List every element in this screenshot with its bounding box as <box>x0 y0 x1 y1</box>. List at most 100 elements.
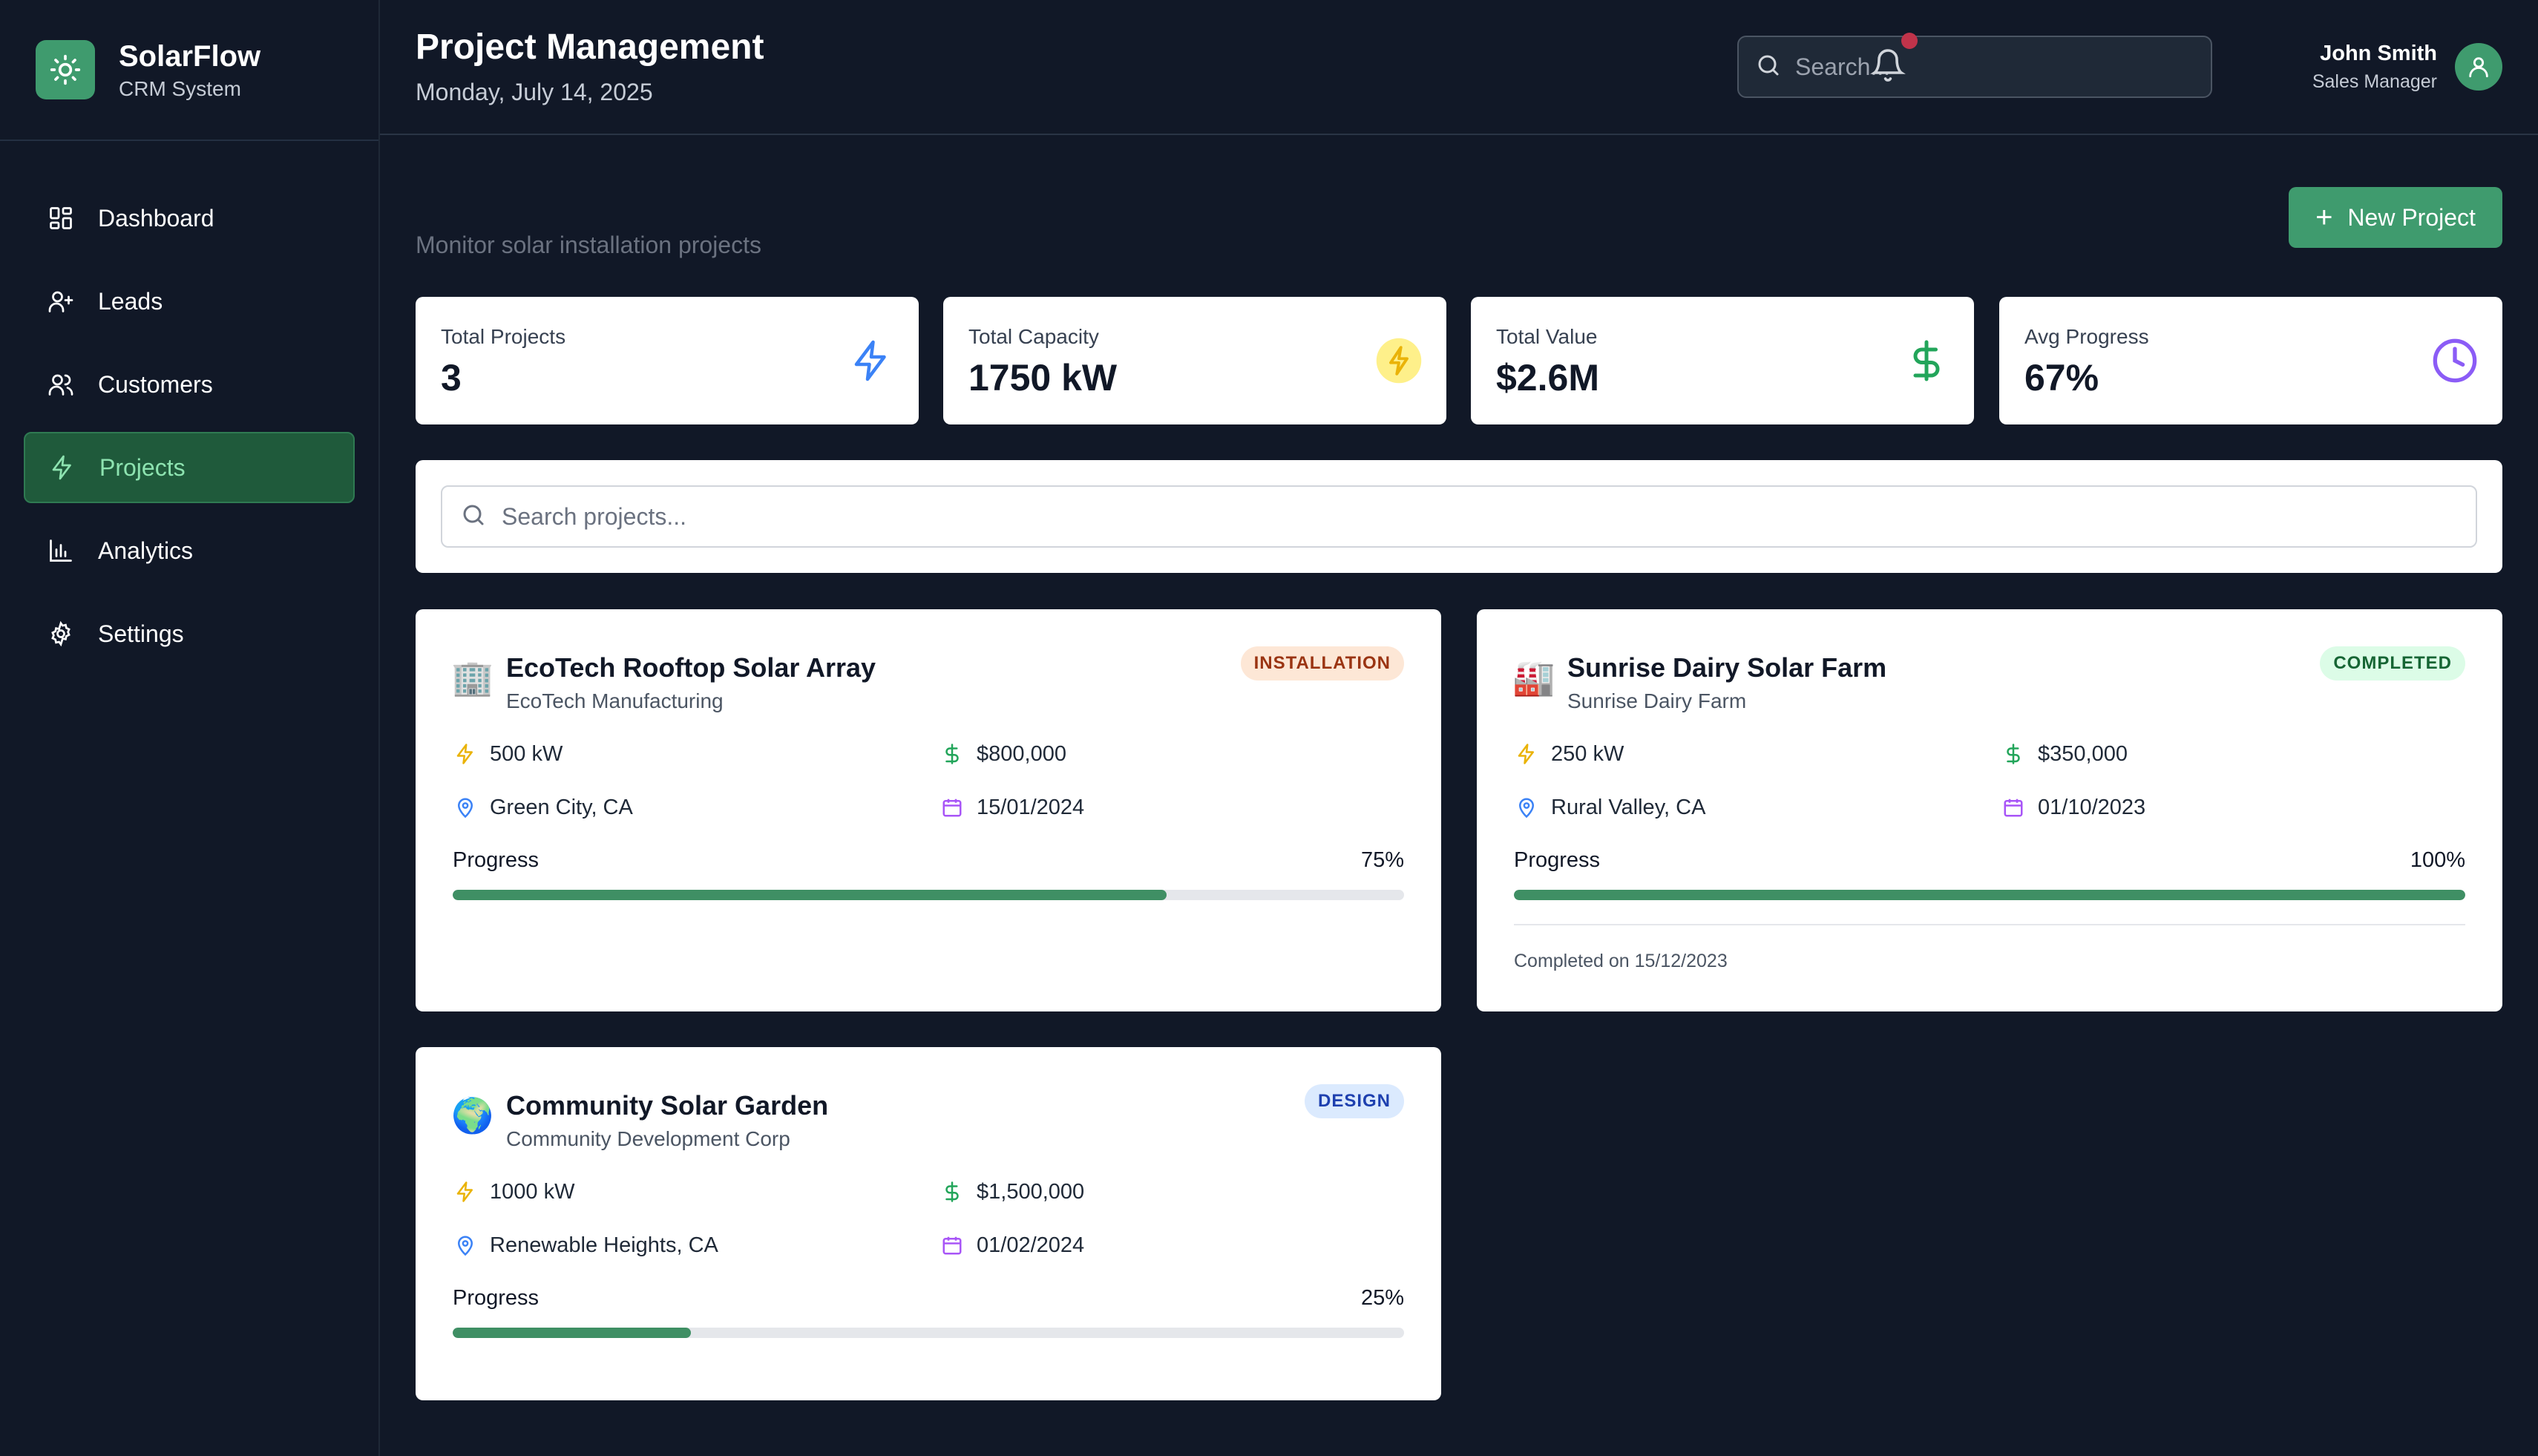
date-text: 15/01/2024 <box>977 795 1085 819</box>
user-plus-icon <box>46 286 76 316</box>
sidebar-item-analytics[interactable]: Analytics <box>24 515 355 586</box>
sidebar-item-customers[interactable]: Customers <box>24 349 355 420</box>
capacity-value: 1000 kW <box>490 1179 575 1204</box>
project-client: EcoTech Manufacturing <box>506 689 724 712</box>
progress-label: Progress <box>453 848 540 872</box>
project-client: Sunrise Dairy Farm <box>1567 689 1747 712</box>
value-amount: $1,500,000 <box>977 1179 1085 1204</box>
status-badge: DESIGN <box>1304 1084 1404 1118</box>
dollar-icon <box>2001 741 2026 767</box>
divider <box>1514 924 2465 925</box>
page-subtitle: Monitor solar installation projects <box>416 232 761 258</box>
project-title: Community Solar Garden <box>506 1090 829 1121</box>
project-card[interactable]: 🏭 Sunrise Dairy Solar Farm Sunrise Dairy… <box>1477 609 2502 1011</box>
brand-subtitle: CRM System <box>119 77 241 100</box>
progress-bar <box>1514 890 2465 900</box>
sun-icon <box>36 40 95 99</box>
project-card[interactable]: 🌍 Community Solar Garden Community Devel… <box>416 1047 1441 1400</box>
bell-icon[interactable] <box>1870 47 1912 89</box>
capacity-value: 250 kW <box>1551 741 1624 766</box>
sidebar-item-dashboard[interactable]: Dashboard <box>24 183 355 254</box>
user-role: Sales Manager <box>2312 71 2437 92</box>
bolt-icon <box>846 335 896 386</box>
stat-card-total-capacity: Total Capacity 1750 kW <box>943 297 1446 424</box>
globe-icon: 🌍 <box>451 1096 494 1135</box>
progress-value: 25% <box>1360 1286 1404 1310</box>
sidebar-item-label: Customers <box>98 370 213 398</box>
sidebar-item-label: Projects <box>99 453 186 481</box>
bolt-circle-icon <box>1374 335 1424 386</box>
clock-icon <box>2430 335 2480 386</box>
stat-value: $2.6M <box>1496 357 1599 399</box>
user-name: John Smith <box>2320 42 2437 65</box>
dollar-icon <box>1901 335 1952 386</box>
status-badge: COMPLETED <box>2320 646 2465 681</box>
brand: SolarFlow CRM System <box>0 0 378 141</box>
sidebar-item-leads[interactable]: Leads <box>24 266 355 337</box>
sidebar-nav: Dashboard Leads Customers Projects Analy… <box>0 141 378 669</box>
progress-value: 100% <box>2410 848 2465 872</box>
value-amount: $350,000 <box>2038 741 2128 766</box>
sidebar: SolarFlow CRM System Dashboard Leads Cus… <box>0 0 380 1456</box>
map-pin-icon <box>1514 795 1539 820</box>
project-capacity: 250 kW <box>1514 741 1624 767</box>
project-capacity: 500 kW <box>453 741 563 767</box>
project-location: Rural Valley, CA <box>1514 795 1705 820</box>
sidebar-item-projects[interactable]: Projects <box>24 432 355 503</box>
date-text: 01/10/2023 <box>2038 795 2146 819</box>
stat-card-total-value: Total Value $2.6M <box>1471 297 1974 424</box>
status-badge: INSTALLATION <box>1240 646 1404 681</box>
gear-icon <box>46 619 76 649</box>
avatar[interactable] <box>2455 43 2502 91</box>
project-title: EcoTech Rooftop Solar Array <box>506 652 876 683</box>
calendar-icon <box>940 1233 965 1258</box>
new-project-button[interactable]: + New Project <box>2289 187 2502 248</box>
stat-label: Total Projects <box>441 325 566 348</box>
stat-card-total-projects: Total Projects 3 <box>416 297 919 424</box>
project-capacity: 1000 kW <box>453 1179 574 1204</box>
plus-icon: + <box>2315 201 2333 234</box>
calendar-icon <box>940 795 965 820</box>
location-text: Rural Valley, CA <box>1551 795 1706 819</box>
search-input[interactable] <box>1795 53 2181 81</box>
global-search[interactable] <box>1737 36 2212 98</box>
sidebar-item-label: Dashboard <box>98 204 214 232</box>
page-title: Project Management <box>416 27 764 67</box>
stat-value: 3 <box>441 357 462 399</box>
bar-chart-icon <box>46 536 76 565</box>
project-date: 01/10/2023 <box>2001 795 2145 820</box>
project-search-input[interactable] <box>502 502 2431 531</box>
project-value: $800,000 <box>940 741 1066 767</box>
progress-label: Progress <box>453 1286 540 1310</box>
project-search-panel <box>416 460 2502 573</box>
sidebar-item-label: Leads <box>98 287 163 315</box>
header: Project Management Monday, July 14, 2025… <box>380 0 2538 135</box>
progress-value: 75% <box>1360 848 1404 872</box>
project-date: 01/02/2024 <box>940 1233 1084 1258</box>
progress-bar <box>453 890 1404 900</box>
stat-value: 1750 kW <box>968 357 1118 399</box>
project-value: $1,500,000 <box>940 1179 1084 1204</box>
project-title: Sunrise Dairy Solar Farm <box>1567 652 1887 683</box>
project-value: $350,000 <box>2001 741 2128 767</box>
project-client: Community Development Corp <box>506 1127 790 1150</box>
new-project-label: New Project <box>2347 203 2476 231</box>
stat-label: Total Value <box>1496 325 1598 348</box>
progress-fill <box>1514 890 2465 900</box>
stat-label: Avg Progress <box>2024 325 2149 348</box>
sidebar-item-label: Analytics <box>98 537 194 564</box>
notification-badge <box>1901 33 1918 49</box>
value-amount: $800,000 <box>977 741 1066 766</box>
bolt-icon <box>453 741 478 767</box>
project-card[interactable]: 🏢 EcoTech Rooftop Solar Array EcoTech Ma… <box>416 609 1441 1011</box>
sidebar-item-settings[interactable]: Settings <box>24 598 355 669</box>
factory-icon: 🏭 <box>1512 658 1555 697</box>
page-date: Monday, July 14, 2025 <box>416 79 653 105</box>
completed-note: Completed on 15/12/2023 <box>1514 951 1728 971</box>
sidebar-item-label: Settings <box>98 620 184 647</box>
progress-fill <box>453 1328 691 1338</box>
bolt-icon <box>47 453 77 482</box>
project-search[interactable] <box>441 485 2477 548</box>
location-text: Green City, CA <box>490 795 633 819</box>
users-icon <box>46 370 76 399</box>
